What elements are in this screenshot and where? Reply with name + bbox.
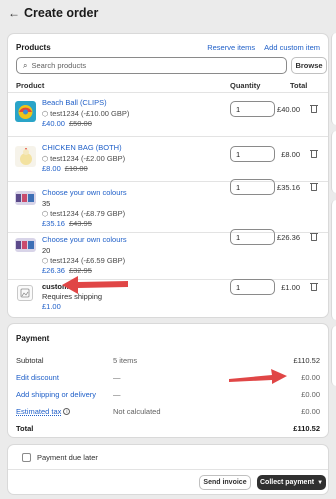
variant-text: 35: [42, 199, 51, 208]
product-name-link[interactable]: Beach Ball (CLIPS): [42, 98, 107, 107]
discount-row: Edit discount — £0.00: [16, 372, 320, 382]
add-shipping-link[interactable]: Add shipping or delivery: [16, 390, 113, 399]
product-name-link[interactable]: Choose your own colours: [42, 235, 127, 244]
products-card: Products Reserve items Add custom item ⌕…: [7, 33, 329, 318]
browse-button[interactable]: Browse: [291, 57, 327, 74]
table-row: CHICKEN BAG (BOTH) ⬡ test1234 (-£2.00 GB…: [8, 138, 328, 182]
table-row: Beach Ball (CLIPS) ⬡ test1234 (-£10.00 G…: [8, 93, 328, 137]
info-icon[interactable]: i: [63, 408, 71, 416]
total-row: Total £110.52: [16, 423, 320, 433]
payment-card: Payment Subtotal 5 items £110.52 Edit di…: [7, 323, 329, 438]
variant-text: 20: [42, 246, 51, 255]
subtotal-row: Subtotal 5 items £110.52: [16, 355, 320, 365]
product-name-link[interactable]: CHICKEN BAG (BOTH): [42, 143, 122, 152]
tag-icon: ⬡: [42, 110, 49, 118]
price-line: £40.00 £50.00: [42, 119, 92, 128]
send-invoice-button[interactable]: Send invoice: [199, 475, 251, 490]
price-line: £26.36 £32.95: [42, 266, 92, 275]
line-total: £8.00: [281, 150, 300, 159]
arrow-left-icon[interactable]: ←: [8, 6, 20, 20]
estimated-tax-link[interactable]: Estimated tax: [16, 407, 61, 416]
edit-discount-link[interactable]: Edit discount: [16, 373, 113, 382]
payment-due-later-option[interactable]: Payment due later: [8, 445, 328, 470]
side-card-edge: [331, 131, 336, 193]
line-total: £26.36: [277, 233, 300, 242]
tag-icon: ⬡: [42, 155, 49, 163]
payment-heading: Payment: [16, 334, 50, 343]
column-product: Product: [16, 81, 45, 90]
image-placeholder-icon: [17, 285, 33, 301]
collect-payment-button[interactable]: Collect payment ▼: [257, 475, 326, 490]
reserve-items-link[interactable]: Reserve items: [207, 43, 255, 52]
column-quantity: Quantity: [230, 81, 261, 90]
tax-row: Estimated tax i Not calculated £0.00: [16, 406, 320, 416]
line-total: £40.00: [277, 105, 300, 114]
side-card-edge: [331, 200, 336, 320]
product-image: [15, 191, 36, 205]
products-table-header: Product Quantity Total: [8, 78, 328, 93]
page-title: Create order: [24, 6, 99, 20]
product-image: [15, 238, 36, 252]
trash-icon[interactable]: [310, 282, 318, 291]
discount-line: ⬡ test1234 (-£8.79 GBP): [42, 209, 126, 218]
product-image: [15, 101, 36, 122]
trash-icon[interactable]: [310, 149, 318, 158]
side-card-edge: [331, 33, 336, 125]
payment-actions-card: Payment due later Send invoice Collect p…: [7, 444, 329, 495]
side-card-edge: [331, 326, 336, 386]
price-line: £8.00 £10.00: [42, 164, 88, 173]
price-line: £35.16 £43.95: [42, 219, 92, 228]
tag-icon: ⬡: [42, 210, 49, 218]
requires-shipping-text: Requires shipping: [42, 292, 103, 301]
products-header: Products Reserve items Add custom item: [16, 41, 320, 53]
column-total: Total: [290, 81, 308, 90]
search-placeholder: Search products: [31, 61, 87, 70]
discount-line: ⬡ test1234 (-£6.59 GBP): [42, 256, 126, 265]
trash-icon[interactable]: [310, 232, 318, 241]
discount-line: ⬡ test1234 (-£2.00 GBP): [42, 154, 126, 163]
shipping-row: Add shipping or delivery — £0.00: [16, 389, 320, 399]
product-name: custom: [42, 282, 69, 291]
discount-line: ⬡ test1234 (-£10.00 GBP): [42, 109, 130, 118]
payment-due-later-label: Payment due later: [37, 452, 98, 462]
tag-icon: ⬡: [42, 257, 49, 265]
search-icon: ⌕: [23, 60, 28, 70]
product-name-link[interactable]: Choose your own colours: [42, 188, 127, 197]
product-image: [15, 146, 36, 167]
price-line: £1.00: [42, 302, 61, 311]
payment-due-later-checkbox[interactable]: [22, 452, 31, 462]
search-products-input[interactable]: ⌕ Search products: [16, 57, 287, 74]
line-total: £1.00: [281, 283, 300, 292]
trash-icon[interactable]: [310, 104, 318, 113]
trash-icon[interactable]: [310, 182, 318, 191]
chevron-down-icon: ▼: [317, 479, 324, 486]
products-heading: Products: [16, 42, 51, 52]
add-custom-item-link[interactable]: Add custom item: [264, 43, 320, 52]
line-total: £35.16: [277, 183, 300, 192]
top-bar: ← Create order: [0, 0, 336, 26]
